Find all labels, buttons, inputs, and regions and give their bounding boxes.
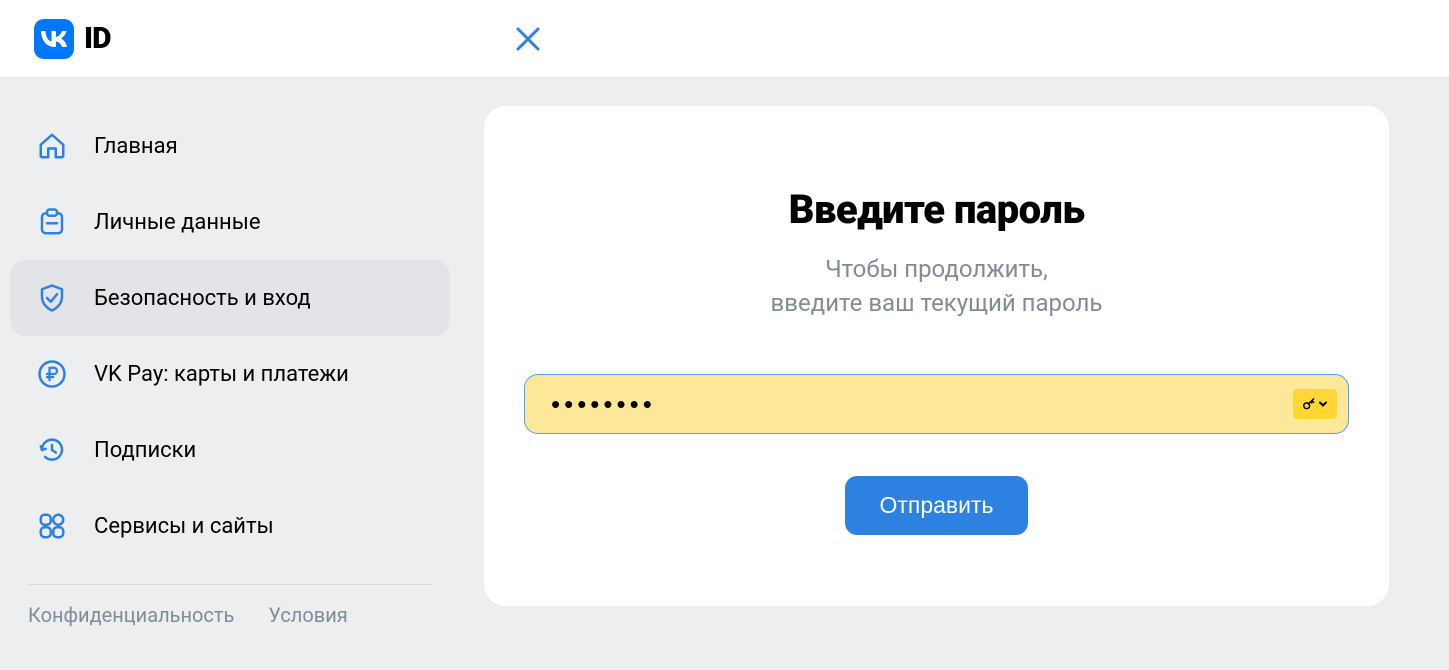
password-card: Введите пароль Чтобы продолжить, введите… [484, 106, 1389, 606]
ruble-icon [36, 358, 68, 390]
sidebar-item-security[interactable]: Безопасность и вход [10, 260, 450, 336]
key-icon [1302, 397, 1316, 411]
main-content: Введите пароль Чтобы продолжить, введите… [460, 78, 1449, 627]
chevron-down-icon [1318, 399, 1328, 409]
sidebar-item-label: VK Pay: карты и платежи [94, 362, 349, 387]
close-icon [515, 26, 541, 52]
sidebar-item-home[interactable]: Главная [10, 108, 450, 184]
brand-text: ID [84, 21, 110, 56]
password-field-wrap [524, 374, 1349, 434]
sidebar-item-label: Личные данные [94, 210, 261, 235]
sidebar-item-label: Главная [94, 134, 178, 159]
privacy-link[interactable]: Конфиденциальность [28, 603, 234, 627]
sidebar-item-label: Безопасность и вход [94, 286, 311, 311]
app-header: ID [0, 0, 1449, 78]
card-subtitle: Чтобы продолжить, введите ваш текущий па… [771, 253, 1103, 320]
sidebar-item-services[interactable]: Сервисы и сайты [10, 488, 450, 564]
footer-links: Конфиденциальность Условия [10, 603, 450, 627]
home-icon [36, 130, 68, 162]
close-button[interactable] [514, 25, 542, 53]
password-input[interactable] [524, 374, 1349, 434]
sidebar-item-label: Подписки [94, 438, 196, 463]
sidebar-item-subscriptions[interactable]: Подписки [10, 412, 450, 488]
vk-logo-icon [34, 19, 74, 59]
sidebar-item-label: Сервисы и сайты [94, 514, 274, 539]
page-layout: Главная Личные данные [0, 78, 1449, 627]
sidebar-divider [28, 584, 432, 585]
brand-logo[interactable]: ID [34, 19, 110, 59]
sidebar: Главная Личные данные [0, 78, 460, 627]
terms-link[interactable]: Условия [268, 603, 347, 627]
nav-list: Главная Личные данные [10, 108, 450, 564]
card-title: Введите пароль [789, 186, 1085, 233]
history-icon [36, 434, 68, 466]
sidebar-item-vkpay[interactable]: VK Pay: карты и платежи [10, 336, 450, 412]
clipboard-icon [36, 206, 68, 238]
sidebar-item-personal[interactable]: Личные данные [10, 184, 450, 260]
shield-icon [36, 282, 68, 314]
password-manager-button[interactable] [1293, 389, 1337, 419]
services-icon [36, 510, 68, 542]
submit-button[interactable]: Отправить [845, 476, 1027, 535]
